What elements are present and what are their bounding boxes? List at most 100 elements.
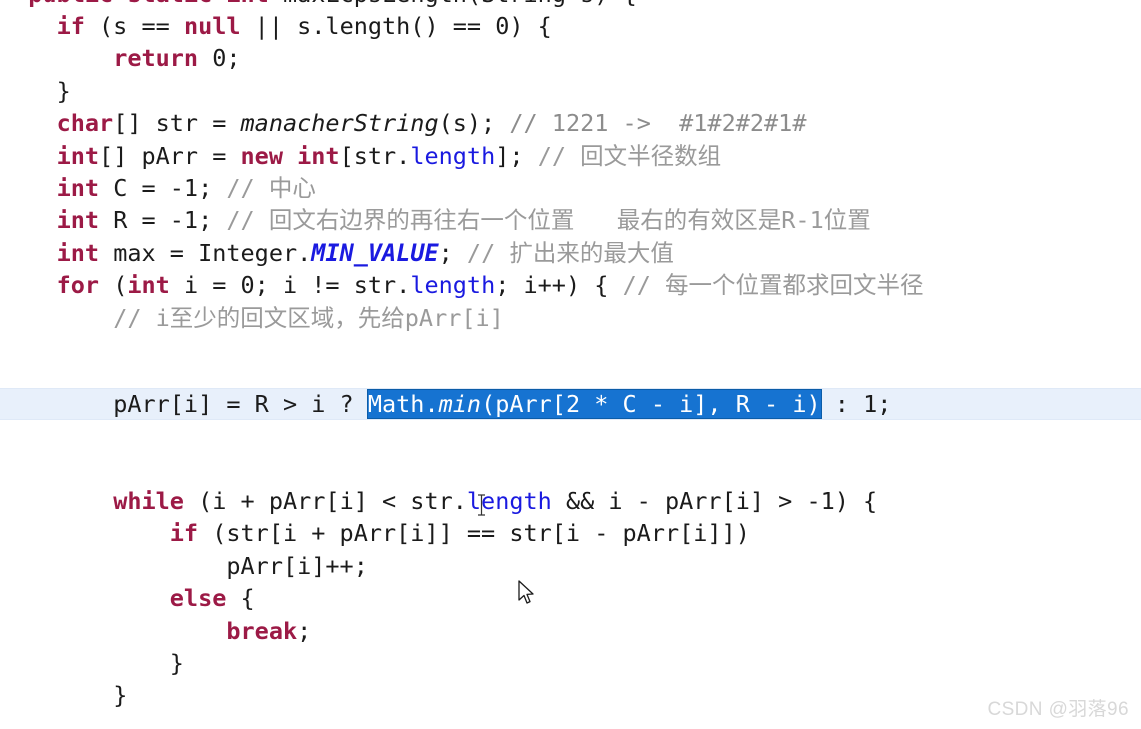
token-plain-3: ; <box>438 238 467 267</box>
token-space-2 <box>212 0 226 8</box>
token-comment-cn-6: // 每一个位置都求回文半径 <box>622 271 924 300</box>
token-kw-0: break <box>226 616 298 645</box>
code-line-above-5[interactable]: int C = -1; // 中心 <box>0 172 1141 204</box>
token-comment-cn-0: // i至少的回文区域，先给pArr[i] <box>113 303 504 332</box>
code-line-clipped-inner: public static int maxLcpsLength(String s… <box>0 0 636 10</box>
code-line-above-4[interactable]: int[] pArr = new int[str.length]; // 回文半… <box>0 140 1141 172</box>
token-kw-4: int <box>297 141 340 170</box>
token-plain-3: || s. <box>240 12 326 40</box>
token-kw-0: int <box>56 238 100 267</box>
token-plain-4: length() == 0) { <box>325 12 552 40</box>
code-line-below-1[interactable]: if (str[i + pArr[i]] == str[i - pArr[i]]… <box>0 517 1141 549</box>
token-plain-3: i = 0; i != str. <box>169 271 411 300</box>
token-kw-2: null <box>183 12 241 40</box>
token-math-qualifier: Math. <box>367 389 439 418</box>
token-space-4 <box>566 0 580 8</box>
token-comment-cn-8: // 回文半径数组 <box>537 141 722 170</box>
text-selection[interactable]: Math.min(pArr[2 * C - i], R - i) <box>367 389 821 418</box>
token-kw-0: return <box>113 44 199 73</box>
token-field-4: length <box>410 271 496 300</box>
token-type-string: String <box>481 0 566 8</box>
token-kw-0: while <box>113 487 184 516</box>
code-lines-below-caret[interactable]: while (i + pArr[i] < str.length && i - p… <box>0 485 1141 712</box>
code-line-below-4[interactable]: break; <box>0 615 1141 647</box>
blank-line-spacer-2 <box>0 453 1141 485</box>
token-plain-0: } <box>169 649 184 678</box>
token-method-2: manacherString <box>240 109 439 138</box>
code-editor-viewport[interactable]: public static int maxLcpsLength(String s… <box>0 0 1141 729</box>
token-plain-1: { <box>226 584 255 613</box>
token-method-min: min <box>438 389 482 418</box>
token-keyword-public: public <box>28 0 113 8</box>
token-plain-3 <box>283 142 297 170</box>
token-kw-0: if <box>169 519 199 548</box>
code-line-clipped-signature: public static int maxLcpsLength(String s… <box>0 0 1141 10</box>
token-plain-5: [str. <box>339 141 411 170</box>
blank-line-spacer <box>0 420 1141 452</box>
token-keyword-int: int <box>226 0 268 8</box>
token-comment-cn-4: // 扩出来的最大值 <box>466 238 674 267</box>
token-ternary-suffix: : 1; <box>820 389 892 418</box>
token-plain-1: ; <box>297 616 312 645</box>
token-paren-open: ( <box>467 0 481 8</box>
code-line-below-3[interactable]: else { <box>0 582 1141 614</box>
code-line-below-6[interactable]: } <box>0 679 1141 711</box>
code-line-above-7[interactable]: int max = Integer.MIN_VALUE; // 扩出来的最大值 <box>0 237 1141 269</box>
code-line-below-0[interactable]: while (i + pArr[i] < str.length && i - p… <box>0 485 1141 517</box>
token-kw-0: int <box>56 141 100 170</box>
token-plain-1: ( <box>99 271 128 300</box>
token-paren-close-brace: ) { <box>594 0 636 8</box>
token-kw-2: int <box>127 271 170 300</box>
code-line-below-2[interactable]: pArr[i]++; <box>0 550 1141 582</box>
code-lines-above-caret[interactable]: if (s == null || s.length() == 0) { retu… <box>0 10 1141 334</box>
token-plain-1: (s == <box>84 12 184 40</box>
code-area[interactable]: public static int maxLcpsLength(String s… <box>0 0 1141 712</box>
token-kw-0: if <box>56 12 85 40</box>
token-kw-0: int <box>56 206 100 235</box>
csdn-watermark: CSDN @羽落96 <box>987 699 1129 720</box>
token-plain-0: } <box>56 76 71 105</box>
token-min-arguments: (pArr[2 * C - i], R - i) <box>481 389 821 418</box>
token-comment-4: // 1221 -> #1#2#2#1# <box>509 109 807 138</box>
token-plain-1: (str[i + pArr[i]] == str[i - pArr[i]]) <box>198 519 750 548</box>
token-keyword-static: static <box>127 0 212 8</box>
token-method-name: maxLcpsLength <box>283 0 467 8</box>
token-plain-1: [] pArr = <box>99 141 241 170</box>
code-line-above-9[interactable]: // i至少的回文区域，先给pArr[i] <box>0 302 1141 334</box>
code-line-above-8[interactable]: for (int i = 0; i != str.length; i++) { … <box>0 269 1141 301</box>
code-line-above-1[interactable]: return 0; <box>0 42 1141 74</box>
token-plain-3: (s); <box>438 109 510 138</box>
token-plain-1: (i + pArr[i] < str. <box>183 487 467 516</box>
token-plain-1: C = -1; <box>99 173 227 202</box>
token-plain-1: max = Integer. <box>99 238 312 267</box>
token-field-2: length <box>466 487 552 516</box>
code-line-above-6[interactable]: int R = -1; // 回文右边界的再往右一个位置 最右的有效区是R-1位… <box>0 204 1141 236</box>
token-plain-1: [] str = <box>113 109 241 138</box>
code-line-above-3[interactable]: char[] str = manacherString(s); // 1221 … <box>0 107 1141 139</box>
code-line-above-2[interactable]: } <box>0 75 1141 107</box>
token-kw-2: new <box>240 141 283 170</box>
code-line-above-0[interactable]: if (s == null || s.length() == 0) { <box>0 10 1141 42</box>
token-plain-1: R = -1; <box>99 206 227 235</box>
token-plain-5: ; i++) { <box>495 271 623 300</box>
code-line-below-5[interactable]: } <box>0 647 1141 679</box>
token-kw-0: for <box>56 271 100 300</box>
token-comment-cn-2: // 中心 <box>226 173 316 202</box>
code-line-highlighted[interactable]: pArr[i] = R > i ? Math.min(pArr[2 * C - … <box>0 387 1141 421</box>
token-param-s: s <box>580 0 594 8</box>
